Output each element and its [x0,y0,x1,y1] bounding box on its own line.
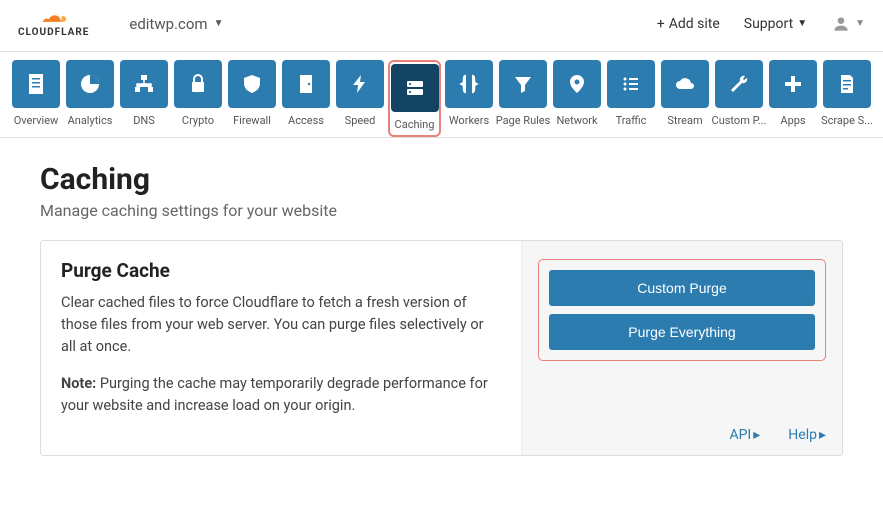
tab-access[interactable]: Access [280,60,332,137]
pin-icon [553,60,601,108]
page-subtitle: Manage caching settings for your website [40,201,843,220]
custom-purge-button[interactable]: Custom Purge [549,270,815,306]
tab-workers[interactable]: Workers [443,60,495,137]
chevron-right-icon: ▸ [753,427,760,443]
funnel-icon [499,60,547,108]
bolt-icon [336,60,384,108]
tab-network[interactable]: Network [551,60,603,137]
shield-icon [228,60,276,108]
support-menu[interactable]: Support ▼ [744,16,807,32]
card-note: Note: Purging the cache may temporarily … [61,373,501,417]
tab-scrape-shield[interactable]: Scrape S... [821,60,873,137]
page-title: Caching [40,162,843,197]
list-icon [607,60,655,108]
domain-name: editwp.com [129,15,207,33]
chevron-down-icon: ▼ [797,18,807,29]
domain-selector[interactable]: editwp.com ▼ [129,15,223,33]
logo-text: CLOUDFLARE [18,27,89,38]
clipboard-icon [12,60,60,108]
note-text: Purging the cache may temporarily degrad… [61,375,488,414]
cloud-icon [34,9,74,27]
braces-icon [445,60,493,108]
sitemap-icon [120,60,168,108]
api-link[interactable]: API▸ [729,427,760,443]
card-description: Clear cached files to force Cloudflare t… [61,292,501,357]
note-label: Note: [61,375,96,392]
tab-analytics[interactable]: Analytics [64,60,116,137]
nav-tabs: Overview Analytics DNS Crypto Firewall A… [0,52,883,138]
drive-icon [391,64,439,112]
cloudflare-logo[interactable]: CLOUDFLARE [18,9,89,38]
card-actions: Custom Purge Purge Everything API▸ Help▸ [522,241,842,455]
purge-everything-button[interactable]: Purge Everything [549,314,815,350]
help-link[interactable]: Help▸ [788,427,826,443]
card-title: Purge Cache [61,259,501,282]
header: CLOUDFLARE editwp.com ▼ + Add site Suppo… [0,0,883,52]
plus-icon [769,60,817,108]
tab-stream[interactable]: Stream [659,60,711,137]
user-icon [831,14,851,34]
chevron-right-icon: ▸ [819,427,826,443]
tab-caching[interactable]: Caching [388,60,441,137]
tab-crypto[interactable]: Crypto [172,60,224,137]
pie-chart-icon [66,60,114,108]
cloud-icon [661,60,709,108]
purge-box: Custom Purge Purge Everything [538,259,826,361]
header-right: + Add site Support ▼ ▼ [657,14,865,34]
tab-custom-pages[interactable]: Custom P... [713,60,765,137]
add-site-label: Add site [669,16,720,32]
tab-dns[interactable]: DNS [118,60,170,137]
chevron-down-icon: ▼ [214,18,224,29]
document-icon [823,60,871,108]
card-footer: API▸ Help▸ [538,401,826,443]
door-icon [282,60,330,108]
tab-page-rules[interactable]: Page Rules [497,60,549,137]
tab-firewall[interactable]: Firewall [226,60,278,137]
add-site-button[interactable]: + Add site [657,16,720,32]
card-body: Purge Cache Clear cached files to force … [41,241,522,455]
content: Caching Manage caching settings for your… [0,138,883,480]
tab-speed[interactable]: Speed [334,60,386,137]
plus-icon: + [657,16,665,32]
support-label: Support [744,16,793,32]
tab-apps[interactable]: Apps [767,60,819,137]
user-menu[interactable]: ▼ [831,14,865,34]
chevron-down-icon: ▼ [855,18,865,29]
lock-icon [174,60,222,108]
tab-traffic[interactable]: Traffic [605,60,657,137]
wrench-icon [715,60,763,108]
tab-overview[interactable]: Overview [10,60,62,137]
purge-cache-card: Purge Cache Clear cached files to force … [40,240,843,456]
